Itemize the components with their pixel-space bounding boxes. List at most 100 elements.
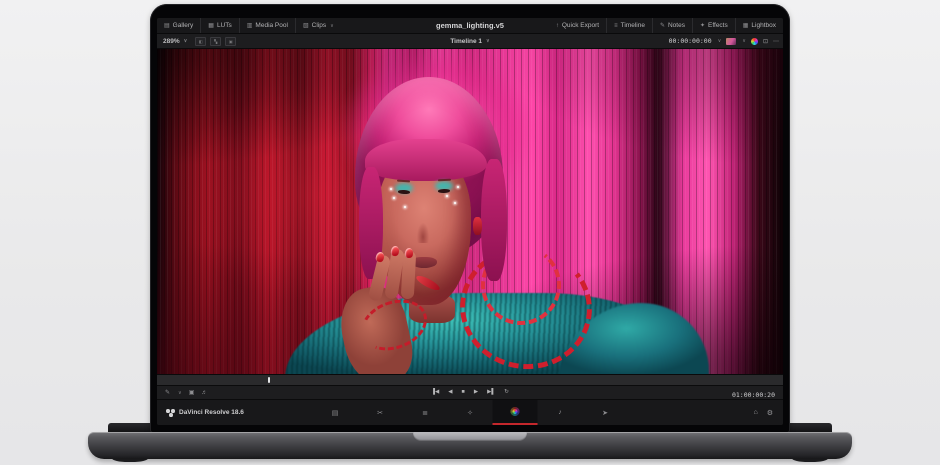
clips-icon: ▧ [303,23,309,29]
audio-icon[interactable]: ♬ [201,390,207,396]
gallery-button[interactable]: ▤ Gallery [157,18,200,33]
notes-label: Notes [668,22,685,29]
tab-media[interactable]: ▤ [313,400,358,425]
timeline-button[interactable]: ≡ Timeline [606,18,652,33]
chevron-down-icon: ∨ [718,38,722,44]
playhead-marker[interactable] [268,377,270,383]
skip-to-end-button[interactable]: ▶▌ [487,390,495,396]
timeline-label: Timeline [621,22,645,29]
app-brand: DaVinci Resolve 18.6 [157,409,244,417]
hair-bangs [365,139,487,181]
rhinestone [454,202,456,204]
lightbox-icon: ▦ [743,23,749,29]
gallery-icon: ▤ [164,23,170,29]
rhinestone [446,195,448,197]
red-nail [405,248,414,258]
tab-edit[interactable]: ≣ [403,400,448,425]
rhinestone [393,197,395,199]
viewer-options-bar: 289% ∨ ◧ ▚ ▣ Timeline 1 ∨ 00:00:00:00 ∨ … [157,34,783,49]
zoom-level-select[interactable]: 289% ∨ [157,38,193,45]
timeline-icon: ≡ [614,23,618,29]
deliver-page-icon: ➤ [602,409,608,417]
gallery-label: Gallery [173,22,194,29]
stop-button[interactable]: ■ [462,390,465,396]
color-page-icon [511,407,520,416]
chevron-down-icon: ∨ [184,38,188,44]
edit-page-icon: ≣ [422,409,428,417]
red-earring [473,217,482,235]
davinci-resolve-window: ▤ Gallery ▦ LUTs ▥ Media Pool ▧ Clips [157,18,783,425]
tab-color[interactable] [493,400,538,425]
draw-tool-icon[interactable]: ✎ [165,390,170,396]
luts-icon: ▦ [208,23,214,29]
toolbar-left-group: ▤ Gallery ▦ LUTs ▥ Media Pool ▧ Clips [157,18,341,33]
app-version-label: DaVinci Resolve 18.6 [179,409,244,416]
rhinestone [390,188,392,190]
fairlight-page-icon: ♪ [558,409,562,416]
compare-tool-icon[interactable]: ▣ [189,390,195,396]
expand-viewer-icon[interactable]: ⊡ [763,38,768,45]
notes-button[interactable]: ✎ Notes [652,18,692,33]
timeline-scrubber[interactable] [157,374,783,385]
davinci-resolve-logo [166,409,175,417]
page-navigation-bar: DaVinci Resolve 18.6 ▤ ✂ ≣ ✧ [157,399,783,425]
quick-export-icon: ↑ [556,23,559,29]
tab-fusion[interactable]: ✧ [448,400,493,425]
chevron-down-icon: ∨ [742,38,746,44]
eye-left [398,190,410,194]
timeline-name: Timeline 1 [450,38,482,45]
clips-button[interactable]: ▧ Clips ∨ [295,18,341,33]
skip-to-start-button[interactable]: ▐◀ [431,390,439,396]
viewer-options-right: 00:00:00:00 ∨ ∨ ⊡ ⋯ [669,37,779,45]
tab-cut[interactable]: ✂ [358,400,403,425]
cut-page-icon: ✂ [377,409,383,417]
rhinestone [404,206,406,208]
effects-button[interactable]: ✦ Effects [692,18,735,33]
luts-button[interactable]: ▦ LUTs [200,18,238,33]
gallery-still-thumbnail[interactable] [726,38,736,45]
record-timecode: 01:00:00:20 [732,391,775,399]
play-reverse-button[interactable]: ◀ [448,390,452,396]
media-pool-label: Media Pool [255,22,288,29]
color-viewer-icon[interactable] [751,38,758,45]
lightbox-label: Lightbox [751,22,776,29]
zoom-level-value: 289% [163,38,180,45]
quick-export-button[interactable]: ↑ Quick Export [549,18,606,33]
playback-controls: ▐◀ ◀ ■ ▶ ▶▌ ↻ [431,390,509,396]
loop-button[interactable]: ↻ [504,390,509,396]
lightbox-button[interactable]: ▦ Lightbox [735,18,783,33]
home-icon[interactable]: ⌂ [753,409,757,416]
play-button[interactable]: ▶ [474,390,478,396]
laptop-lid: ▤ Gallery ▦ LUTs ▥ Media Pool ▧ Clips [150,4,790,433]
desktop-background: ▤ Gallery ▦ LUTs ▥ Media Pool ▧ Clips [0,0,940,465]
more-options-icon[interactable]: ⋯ [773,38,779,45]
clips-label: Clips [312,22,326,29]
laptop-base [88,432,852,459]
eye-right [438,189,450,193]
project-title: gemma_lighting.v5 [436,21,504,30]
luts-label: LUTs [217,22,232,29]
media-pool-button[interactable]: ▥ Media Pool [239,18,295,33]
tab-deliver[interactable]: ➤ [583,400,628,425]
gear-icon[interactable]: ⚙ [767,409,773,417]
chevron-down-icon: ∨ [330,23,334,29]
nose-shadow [415,209,431,243]
page-tabs: ▤ ✂ ≣ ✧ ♪ [313,400,628,425]
split-screen-icon[interactable]: ▚ [210,37,221,46]
highlight-mode-icon[interactable]: ▣ [225,37,236,46]
tab-fairlight[interactable]: ♪ [538,400,583,425]
fusion-page-icon: ✧ [467,409,473,417]
toolbar-right-group: ↑ Quick Export ≡ Timeline ✎ Notes ✦ Effe… [549,18,783,33]
wipe-mode-icon[interactable]: ◧ [195,37,206,46]
media-page-icon: ▤ [332,409,339,417]
top-toolbar: ▤ Gallery ▦ LUTs ▥ Media Pool ▧ Clips [157,18,783,34]
hair-right-side [481,159,507,281]
chevron-down-icon: ∨ [178,390,182,396]
chevron-down-icon: ∨ [486,38,490,44]
quick-export-label: Quick Export [562,22,599,29]
timeline-selector[interactable]: Timeline 1 ∨ [450,38,489,45]
effects-icon: ✦ [700,23,705,29]
viewer-image[interactable] [157,49,783,374]
media-pool-icon: ▥ [247,23,253,29]
transport-bar: ✎ ∨ ▣ ♬ ▐◀ ◀ ■ ▶ ▶▌ ↻ 01:00:00:20 [157,385,783,399]
